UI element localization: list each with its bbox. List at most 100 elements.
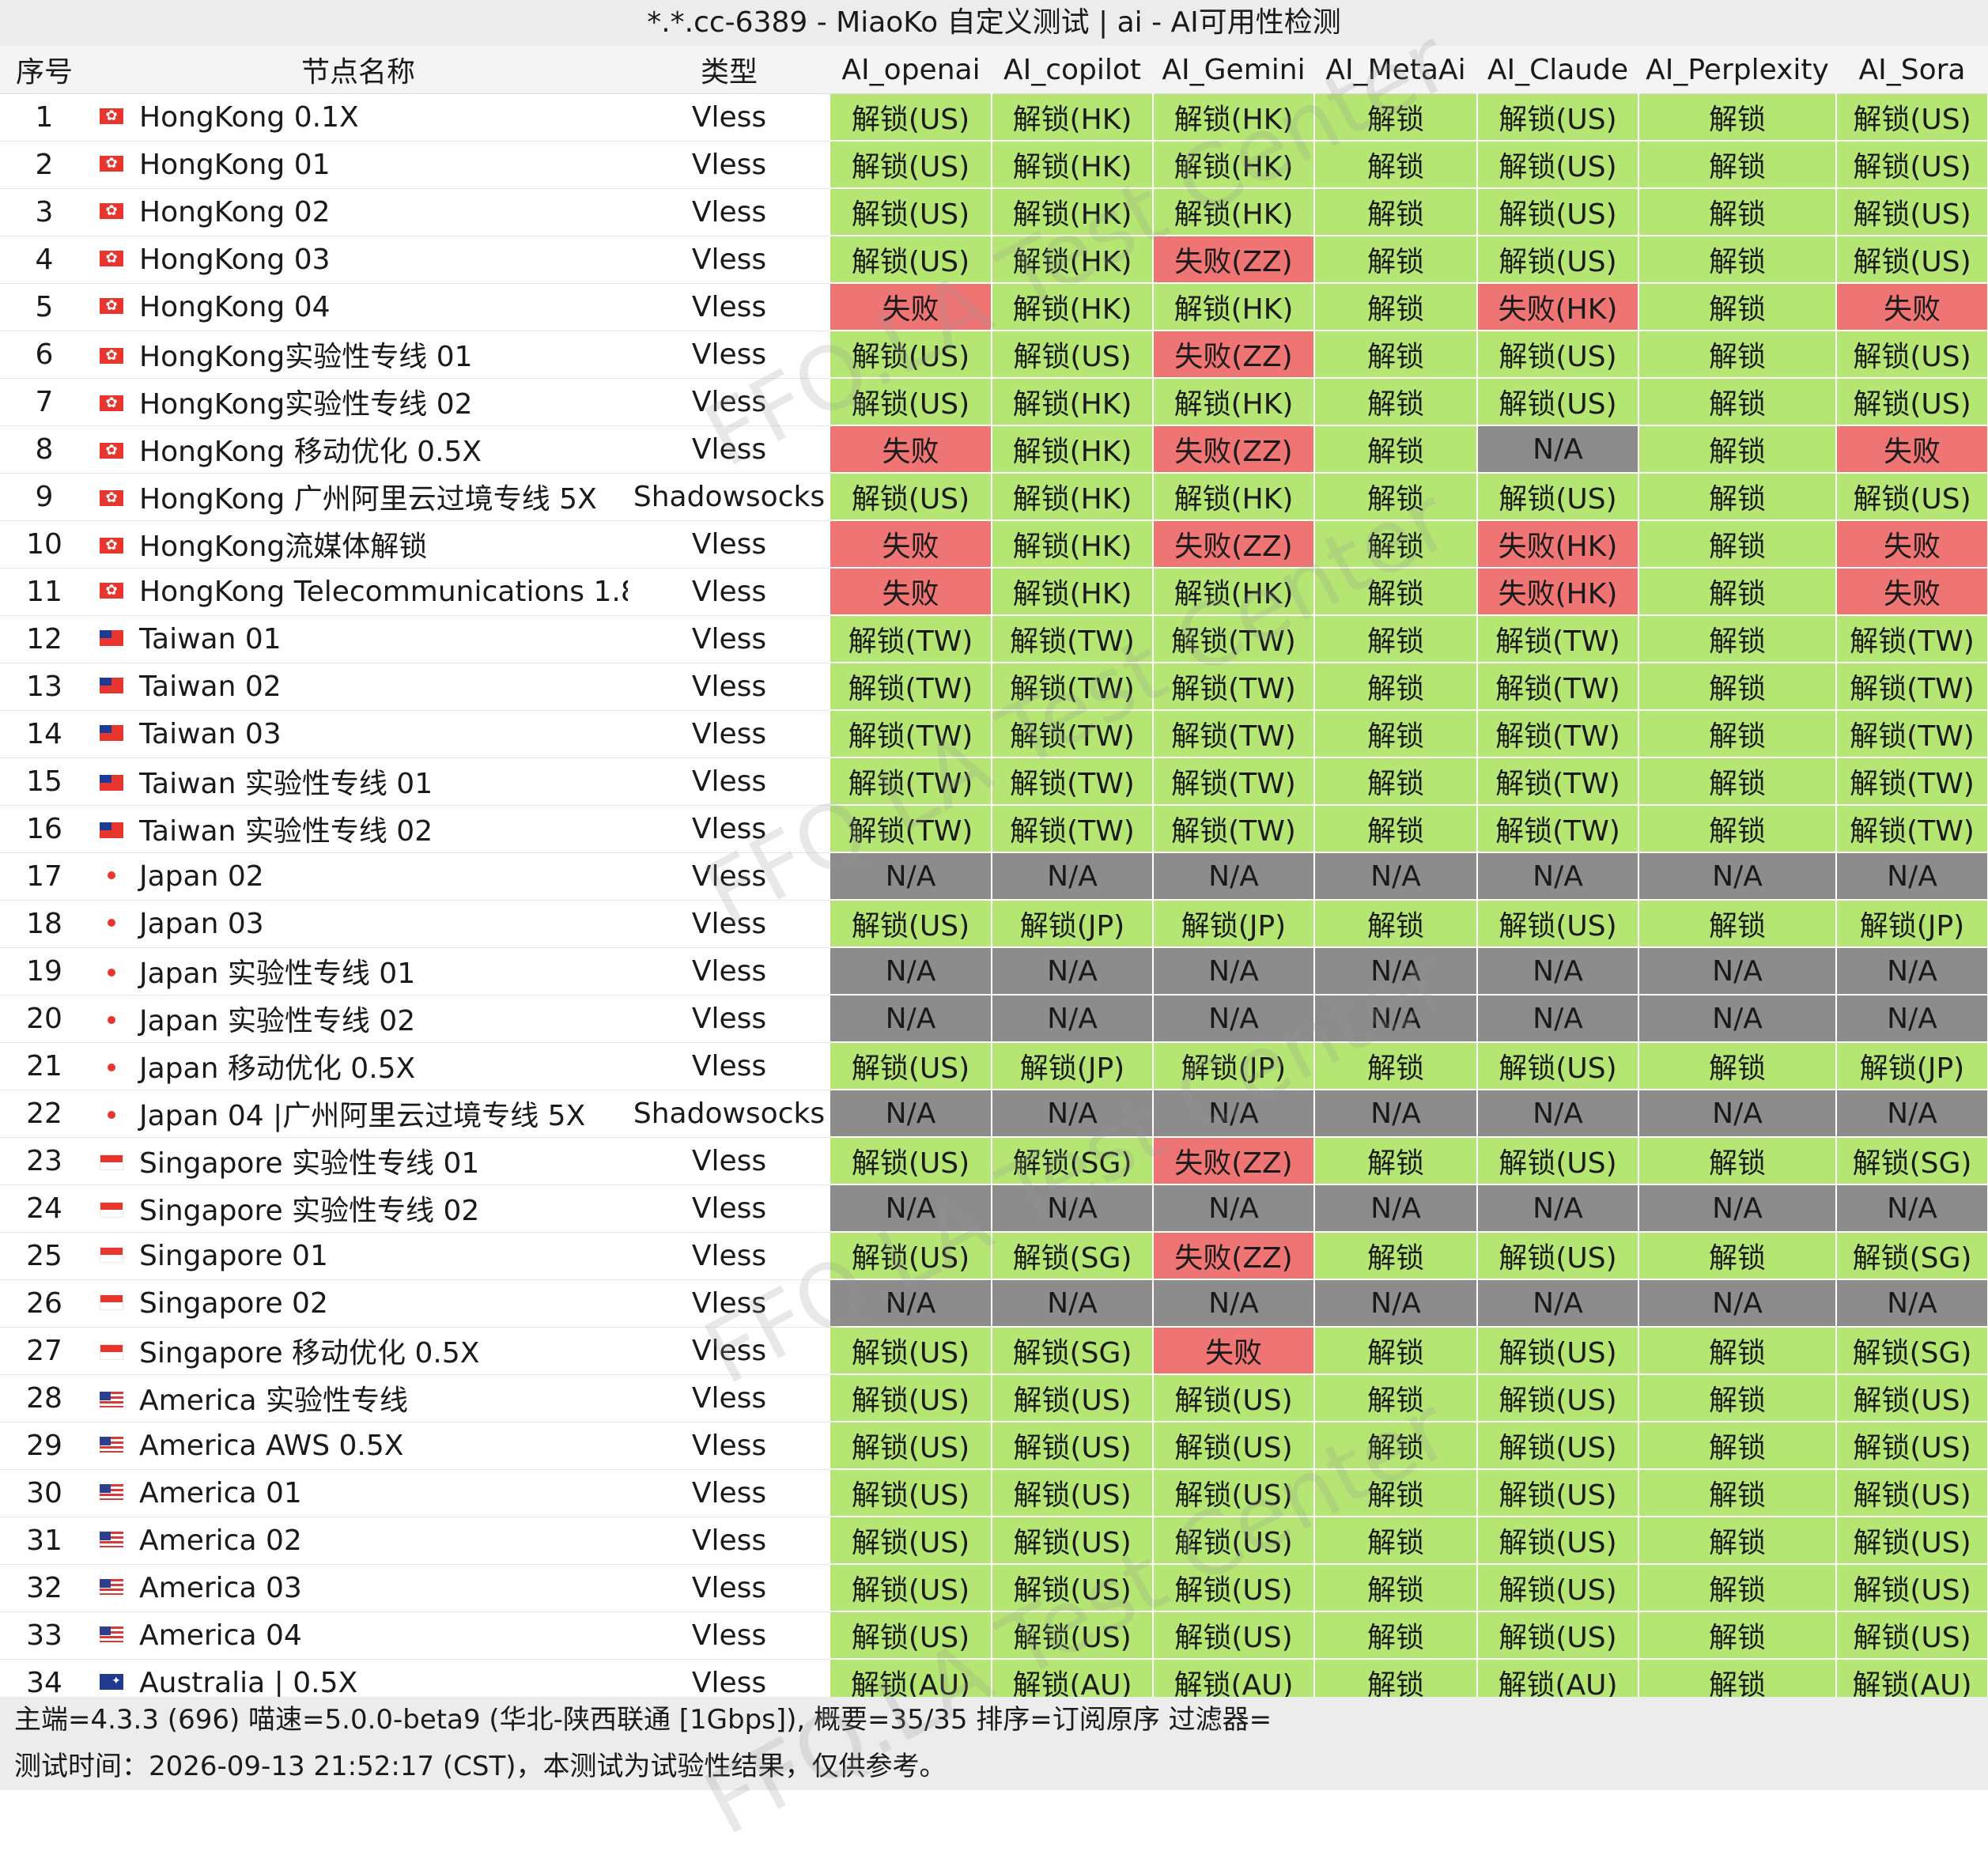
row-index: 7 [0,378,89,426]
result-cell-claude: N/A [1477,1090,1639,1138]
node-name: America 02 [139,1524,302,1557]
flag-hk-icon [100,344,123,368]
result-cell-claude: 解锁(US) [1477,473,1639,521]
result-cell-openai: 解锁(TW) [830,663,992,711]
table-row: 8HongKong 移动优化 0.5XVless失败解锁(HK)失败(ZZ)解锁… [0,425,1988,474]
table-row: 32 America 03 Vless 解锁(US) 解锁(US) 解锁(US) 解锁 解锁(… [0,1564,1988,1612]
node-name: HongKong 01 [139,148,331,181]
node-name: Taiwan 02 [139,670,282,703]
result-cell-claude: 解锁(TW) [1477,663,1639,711]
result-cell-sora: 解锁(TW) [1836,663,1988,711]
result-cell-openai: 解锁(US) [830,141,992,189]
row-index: 19 [0,947,89,996]
result-cell-perplexity: 解锁 [1638,1469,1837,1517]
result-cell-claude: 解锁(US) [1477,1422,1639,1470]
result-cell-gemini: 失败(ZZ) [1153,1232,1315,1280]
flag-us-icon [100,1436,123,1453]
protocol-type: Vless [628,520,830,569]
node-name-cell: Singapore 02 [89,1279,628,1328]
result-cell-copilot: N/A [992,852,1154,901]
result-cell-copilot: 解锁(HK) [992,283,1154,331]
result-cell-metaai: 解锁 [1314,710,1478,758]
flag-jp-icon [100,914,123,931]
result-cell-gemini: 解锁(HK) [1153,141,1315,189]
result-cell-perplexity: N/A [1638,1184,1837,1233]
node-name: Taiwan 01 [139,622,282,655]
result-cell-gemini: 解锁(HK) [1153,568,1315,616]
node-name-cell: America 04 [89,1611,628,1660]
column-header-index[interactable]: 序号 [0,46,89,94]
row-index: 15 [0,757,89,806]
row-index: 1 [0,93,89,142]
result-cell-gemini: N/A [1153,1184,1315,1233]
column-header-sora[interactable]: AI_Sora [1836,46,1988,94]
result-cell-copilot: 解锁(HK) [992,378,1154,426]
flag-jp-icon [100,1060,123,1075]
node-name: HongKong实验性专线 01 [139,341,473,373]
column-header-copilot[interactable]: AI_copilot [992,46,1153,94]
node-name-cell: America AWS 0.5X [89,1422,628,1470]
column-header-metaai[interactable]: AI_MetaAi [1314,46,1477,94]
row-index: 8 [0,425,89,474]
protocol-type: Vless [628,1279,830,1328]
result-cell-sora: N/A [1836,1090,1988,1138]
row-index: 21 [0,1042,89,1090]
result-cell-perplexity: 解锁 [1638,1137,1837,1185]
result-cell-claude: 解锁(US) [1477,1469,1639,1517]
protocol-type: Vless [628,378,830,426]
result-cell-metaai: 解锁 [1314,1042,1478,1090]
node-name: HongKong Telecommunications 1.8X [139,575,628,608]
result-cell-perplexity: 解锁 [1638,378,1837,426]
result-cell-metaai: 解锁 [1314,378,1478,426]
result-cell-metaai: 解锁 [1314,615,1478,663]
result-cell-sora: N/A [1836,852,1988,901]
window-title: *.*.cc-6389 - MiaoKo 自定义测试 | ai - AI可用性检… [0,0,1988,47]
column-header-node-name[interactable]: 节点名称 [89,46,628,94]
protocol-type: Vless [628,1517,830,1565]
protocol-type: Vless [628,757,830,806]
column-header-type[interactable]: 类型 [628,46,830,94]
result-cell-copilot: N/A [992,1184,1154,1233]
result-cell-perplexity: 解锁 [1638,236,1837,284]
row-index: 4 [0,236,89,284]
row-index: 32 [0,1564,89,1612]
node-name: Singapore 移动优化 0.5X [139,1337,480,1370]
flag-us-icon [100,1531,123,1547]
result-cell-gemini: 解锁(HK) [1153,473,1315,521]
column-header-perplexity[interactable]: AI_Perplexity [1638,46,1836,94]
node-name: Japan 实验性专线 01 [139,958,416,990]
result-cell-perplexity: 解锁 [1638,188,1837,236]
column-header-openai[interactable]: AI_openai [830,46,992,94]
result-cell-openai: 解锁(US) [830,473,992,521]
result-cell-metaai: 解锁 [1314,1374,1478,1422]
result-cell-metaai: 解锁 [1314,1137,1478,1185]
result-cell-gemini: 失败 [1153,1327,1315,1375]
protocol-type: Vless [628,947,830,996]
result-cell-metaai: 解锁 [1314,1611,1478,1660]
result-cell-sora: 解锁(US) [1836,93,1988,142]
table-row: 29 America AWS 0.5X Vless 解锁(US) 解锁(US) 解锁(US… [0,1422,1988,1470]
result-cell-sora: 解锁(US) [1836,473,1988,521]
table-row: 28 America 实验性专线 Vless 解锁(US) 解锁(US) 解锁(US) 解锁… [0,1374,1988,1422]
column-header-claude[interactable]: AI_Claude [1477,46,1638,94]
result-cell-openai: 解锁(US) [830,378,992,426]
node-name-cell: HongKong实验性专线 02 [89,378,628,426]
table-row: 14 Taiwan 03 Vless 解锁(TW) 解锁(TW) 解锁(TW) 解锁 解锁(T… [0,710,1988,758]
table-row: 12 Taiwan 01 Vless 解锁(TW) 解锁(TW) 解锁(TW) 解锁 解锁(T… [0,615,1988,663]
result-cell-copilot: 解锁(JP) [992,1042,1154,1090]
node-name-cell: Singapore 实验性专线 02 [89,1184,628,1233]
protocol-type: Vless [628,900,830,948]
result-cell-sora: 失败 [1836,520,1988,569]
result-cell-sora: 解锁(US) [1836,1517,1988,1565]
table-row: 33 America 04 Vless 解锁(US) 解锁(US) 解锁(US) 解锁 解锁(… [0,1611,1988,1660]
result-cell-perplexity: 解锁 [1638,568,1837,616]
node-name-cell: America 01 [89,1469,628,1517]
column-header-gemini[interactable]: AI_Gemini [1153,46,1314,94]
result-cell-sora: 解锁(SG) [1836,1327,1988,1375]
protocol-type: Vless [628,236,830,284]
node-name-cell: Singapore 实验性专线 01 [89,1137,628,1185]
result-cell-metaai: 解锁 [1314,188,1478,236]
result-cell-openai: 解锁(TW) [830,710,992,758]
node-name: America 01 [139,1476,302,1509]
result-cell-openai: N/A [830,947,992,996]
